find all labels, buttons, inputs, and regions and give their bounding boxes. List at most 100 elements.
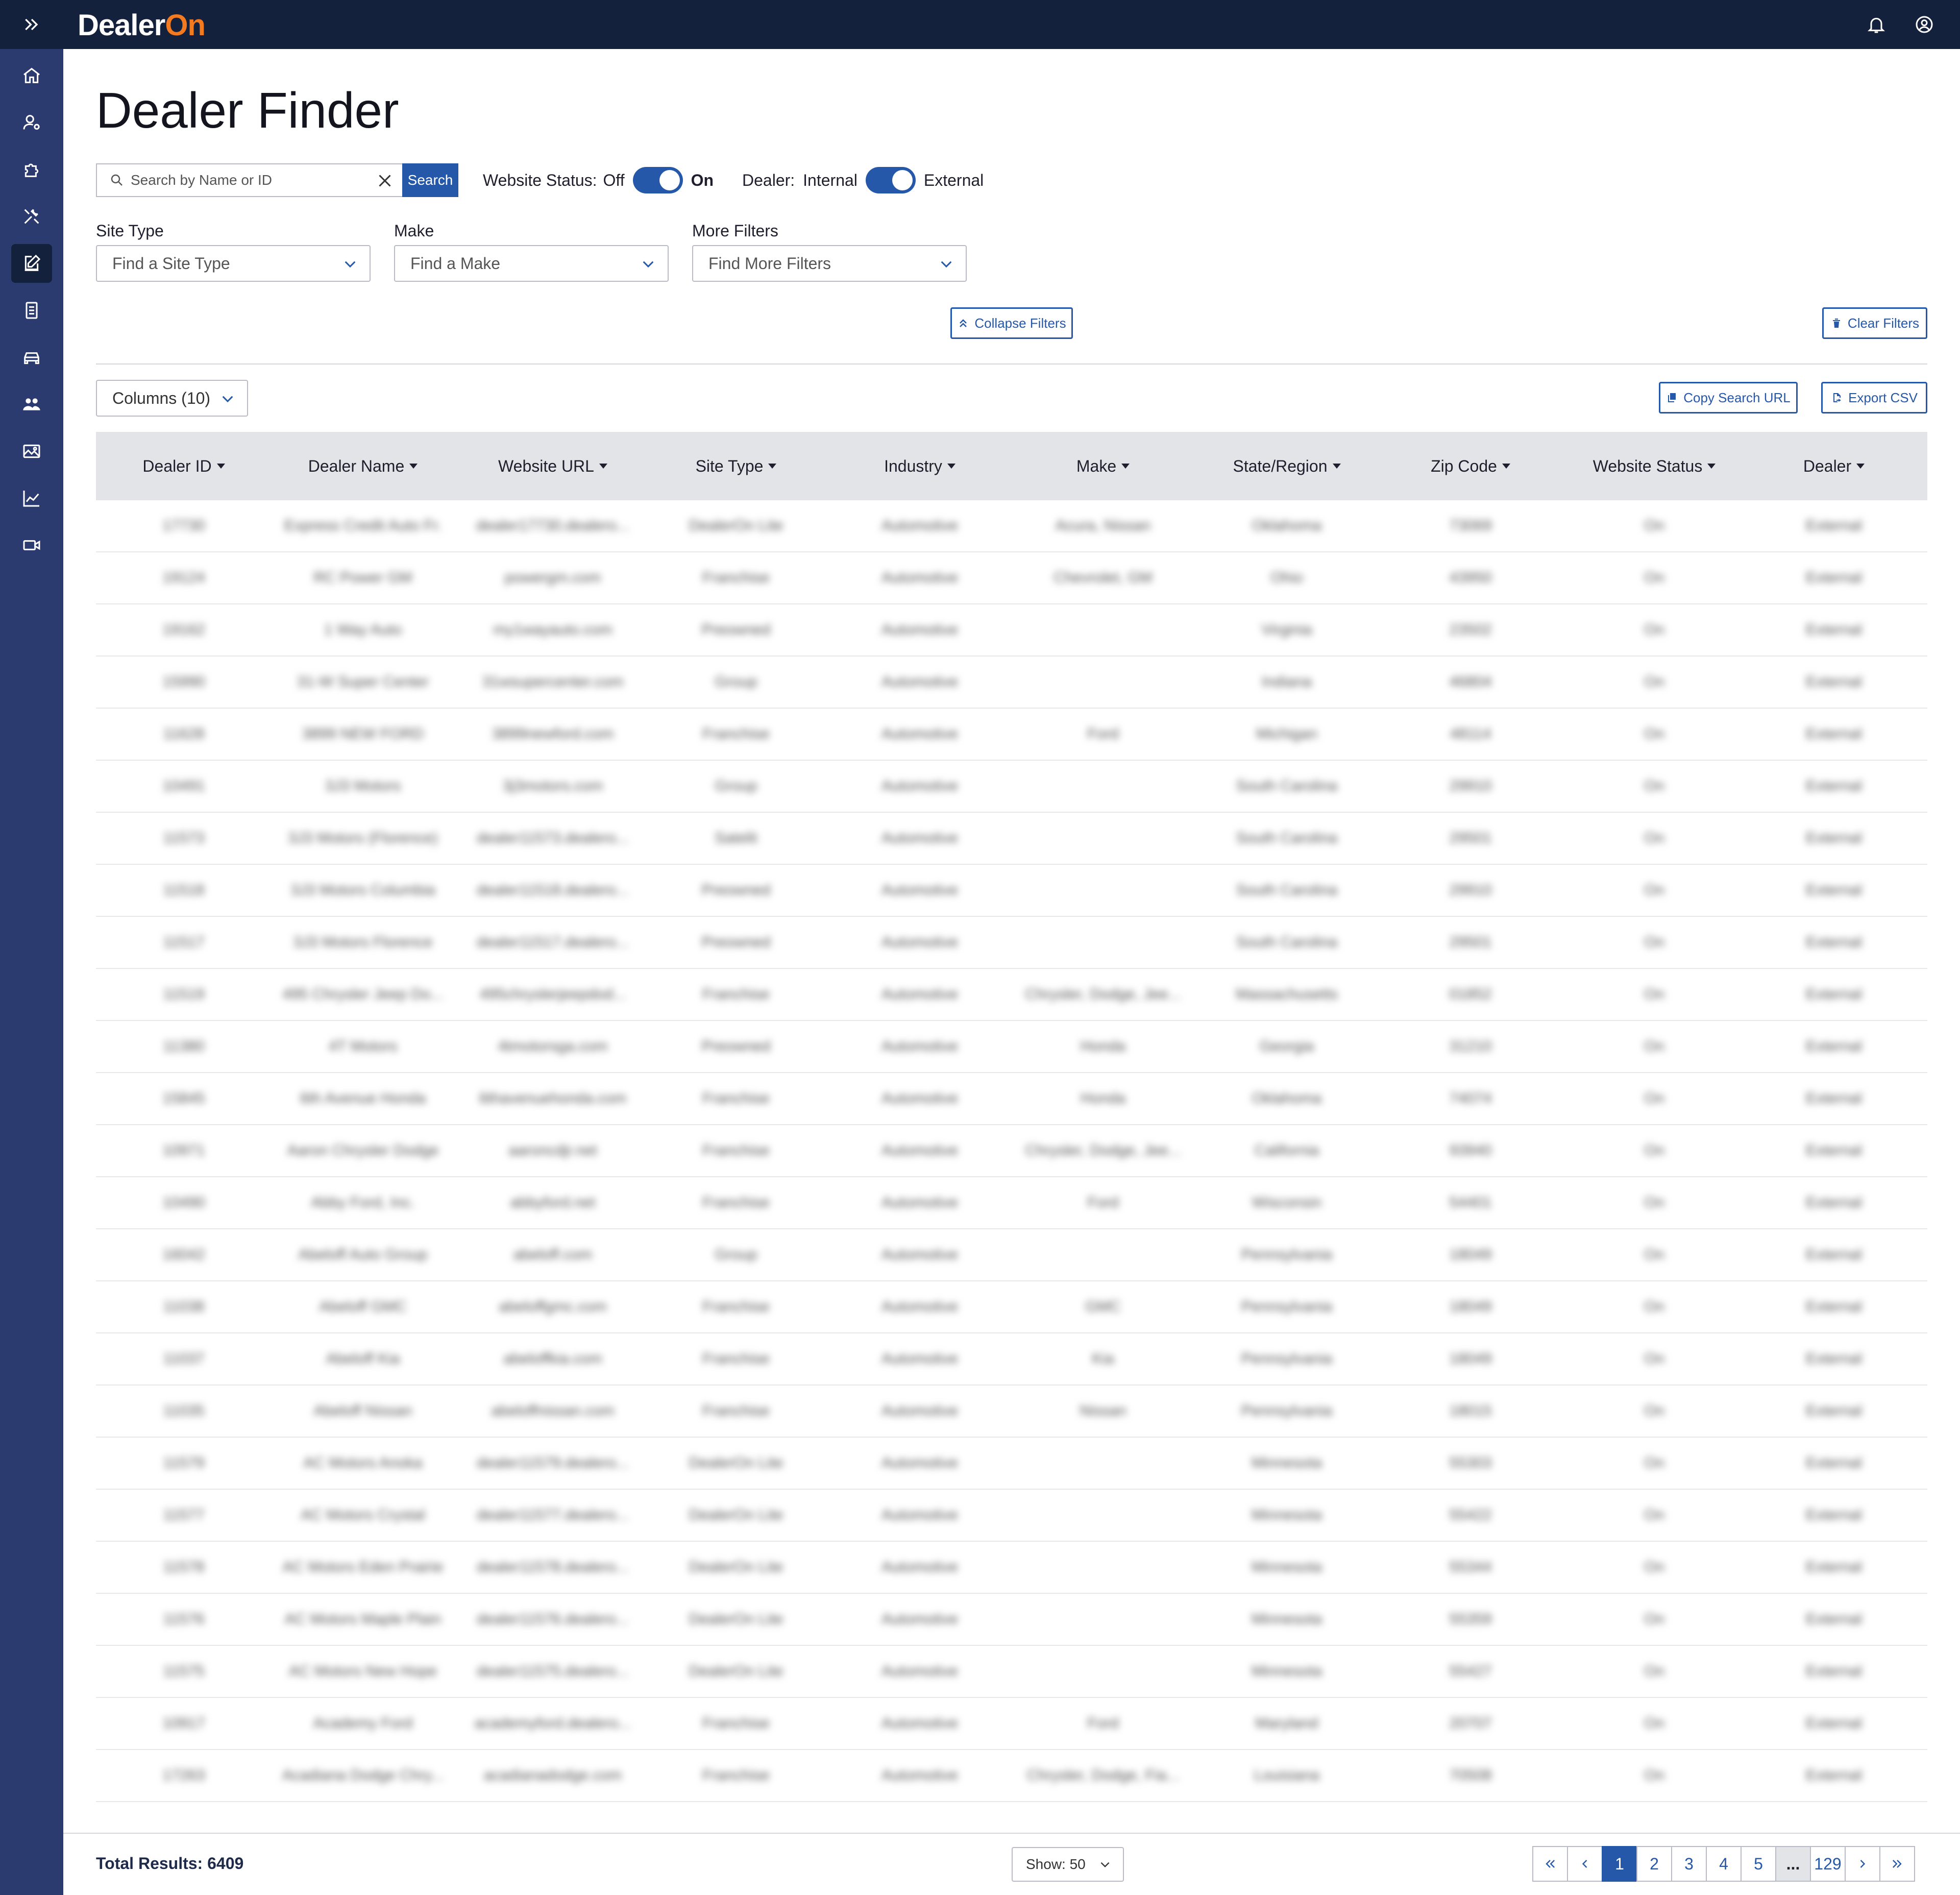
columns-button[interactable]: Columns (10) xyxy=(96,380,248,417)
sidebar-item-video[interactable] xyxy=(11,526,52,565)
table-row[interactable]: 11518 3J3 Motors Columbia dealer11518.deal… xyxy=(96,865,1927,917)
table-cell: academyford.dealero... xyxy=(474,1715,631,1732)
table-cell: 11519 xyxy=(163,986,205,1003)
table-cell: Franchise xyxy=(702,986,770,1003)
expand-sidebar-button[interactable] xyxy=(0,0,63,49)
copy-search-url-button[interactable]: Copy Search URL xyxy=(1659,382,1798,414)
table-row[interactable]: 11628 3899 NEW FORD 3899newford.com Franchi… xyxy=(96,709,1927,761)
page-button[interactable]: 3 xyxy=(1671,1846,1707,1882)
column-header[interactable]: Industry xyxy=(833,432,1007,500)
page-button[interactable]: 2 xyxy=(1636,1846,1672,1882)
page-button[interactable]: 5 xyxy=(1741,1846,1776,1882)
dealer-toggle[interactable] xyxy=(865,167,916,193)
table-row[interactable]: 17730 Express Credit Auto Fr. dealer17730.… xyxy=(96,500,1927,552)
dealeron-logo[interactable]: Dealer On xyxy=(78,7,206,43)
next-page-button[interactable] xyxy=(1845,1846,1880,1882)
export-csv-label: Export CSV xyxy=(1848,390,1918,405)
table-cell: Preowned xyxy=(701,621,771,638)
table-cell: External xyxy=(1805,1350,1863,1367)
table-cell: Automotive xyxy=(881,882,959,898)
table-row[interactable]: 11517 3J3 Motors Florence dealer11517.deal… xyxy=(96,917,1927,969)
site-type-select[interactable]: Find a Site Type xyxy=(96,245,371,282)
sidebar-item-reports[interactable] xyxy=(11,479,52,518)
website-status-toggle[interactable] xyxy=(632,167,683,193)
table-row[interactable]: 10971 Aaron Chrysler Dodge aaroncdjr.net Fr… xyxy=(96,1125,1927,1177)
search-button[interactable]: Search xyxy=(402,163,458,197)
make-select[interactable]: Find a Make xyxy=(394,245,669,282)
page-button[interactable]: 1 xyxy=(1602,1846,1637,1882)
page-button[interactable]: 4 xyxy=(1706,1846,1742,1882)
clear-search-icon[interactable] xyxy=(376,172,394,190)
previous-page-button[interactable] xyxy=(1567,1846,1603,1882)
column-header[interactable]: Zip Code xyxy=(1394,432,1547,500)
table-cell: On xyxy=(1644,621,1665,638)
column-header[interactable]: Dealer xyxy=(1757,432,1910,500)
column-header[interactable]: Website Status xyxy=(1567,432,1741,500)
column-header[interactable]: Dealer ID xyxy=(107,432,260,500)
table-row[interactable]: 11573 3J3 Motors (Florence) dealer11573.de… xyxy=(96,813,1927,865)
table-cell: 11575 xyxy=(163,1663,205,1680)
table-row[interactable]: 11576 AC Motors Maple Plain dealer11576.de… xyxy=(96,1594,1927,1646)
table-row[interactable]: 11575 AC Motors New Hope dealer11575.deale… xyxy=(96,1646,1927,1698)
notifications-button[interactable] xyxy=(1864,12,1889,37)
table-row[interactable]: 11519 495 Chrysler Jeep Do... 495chryslerj… xyxy=(96,969,1927,1021)
table-row[interactable]: 17263 Acadiana Dodge Chry... acadianadodge… xyxy=(96,1750,1927,1802)
sidebar-item-users[interactable] xyxy=(11,385,52,424)
sort-caret-icon xyxy=(768,464,777,469)
sidebar-item-user-settings[interactable] xyxy=(11,103,52,142)
table-cell: Automotive xyxy=(881,569,959,586)
sidebar-item-inventory[interactable] xyxy=(11,338,52,377)
table-cell: 11038 xyxy=(163,1298,205,1315)
page-button[interactable]: 129 xyxy=(1810,1846,1846,1882)
table-row[interactable]: 11579 AC Motors Anoka dealer11579.dealero.… xyxy=(96,1438,1927,1490)
table-cell: 11035 xyxy=(163,1402,205,1419)
table-cell: External xyxy=(1805,830,1863,846)
table-cell: acadianadodge.com xyxy=(483,1767,622,1784)
table-row[interactable]: 11380 4T Motors 4tmotorsga.com Preowned Auto… xyxy=(96,1021,1927,1073)
sidebar-item-integrations[interactable] xyxy=(11,150,52,189)
table-cell: 19124 xyxy=(162,569,205,586)
table-row[interactable]: 11038 Abeloff GMC abeloffgmc.com Franchise A… xyxy=(96,1281,1927,1333)
table-row[interactable]: 16042 Abeloff Auto Group abeloff.com Group A… xyxy=(96,1229,1927,1281)
column-header[interactable]: Make xyxy=(1006,432,1200,500)
table-row[interactable]: 15990 31-W Super Center 31wsupercenter.com… xyxy=(96,657,1927,709)
column-header[interactable]: State/Region xyxy=(1195,432,1379,500)
export-csv-button[interactable]: Export CSV xyxy=(1821,382,1927,414)
account-button[interactable] xyxy=(1912,12,1937,37)
table-row[interactable]: 11035 Abeloff Nissan abeloffnissan.com Fran… xyxy=(96,1386,1927,1438)
column-header[interactable]: Website URL xyxy=(461,432,645,500)
search-input[interactable] xyxy=(131,172,355,188)
sidebar-item-edit[interactable] xyxy=(11,244,52,283)
first-page-button[interactable] xyxy=(1532,1846,1568,1882)
sidebar-item-home[interactable] xyxy=(11,56,52,95)
table-row[interactable]: 10491 3J3 Motors 3j3motors.com Group Automot… xyxy=(96,761,1927,813)
table-row[interactable]: 11577 AC Motors Crystal dealer11577.dealer… xyxy=(96,1490,1927,1542)
table-row[interactable]: 11037 Abeloff Kia abeloffkia.com Franchise A… xyxy=(96,1333,1927,1386)
table-row[interactable]: 19124 RC Power GM powergm.com Franchise Auto… xyxy=(96,552,1927,604)
sidebar-item-documents[interactable] xyxy=(11,291,52,330)
column-header[interactable]: Site Type xyxy=(649,432,823,500)
table-row[interactable]: 15845 6th Avenue Honda 6thavenuehonda.com F… xyxy=(96,1073,1927,1125)
site-type-placeholder: Find a Site Type xyxy=(112,254,230,273)
table-cell: On xyxy=(1644,1246,1665,1263)
sidebar-item-media[interactable] xyxy=(11,432,52,471)
more-filters-select[interactable]: Find More Filters xyxy=(692,245,967,282)
table-cell: 15845 xyxy=(162,1090,205,1107)
sidebar-item-tools[interactable] xyxy=(11,197,52,236)
table-row[interactable]: 10490 Abby Ford, Inc. abbyford.net Franchis… xyxy=(96,1177,1927,1229)
table-row[interactable]: 11578 AC Motors Eden Prairie dealer11578.d… xyxy=(96,1542,1927,1594)
table-row[interactable]: 10917 Academy Ford academyford.dealero... F… xyxy=(96,1698,1927,1750)
clear-filters-button[interactable]: Clear Filters xyxy=(1822,307,1927,339)
table-cell: On xyxy=(1644,830,1665,846)
table-cell: DealerOn Lite xyxy=(689,1611,783,1627)
table-cell: 48114 xyxy=(1450,725,1491,742)
page-size-select[interactable]: Show: 50 xyxy=(1012,1847,1124,1882)
column-header[interactable]: Dealer Name xyxy=(271,432,455,500)
video-icon xyxy=(23,540,40,550)
collapse-filters-button[interactable]: Collapse Filters xyxy=(950,307,1073,339)
sidebar xyxy=(0,0,63,1895)
last-page-button[interactable] xyxy=(1879,1846,1915,1882)
sort-caret-icon xyxy=(599,464,607,469)
table-cell: Automotive xyxy=(881,1402,959,1419)
table-row[interactable]: 19162 1 Way Auto my1wayauto.com Preowned Aut… xyxy=(96,604,1927,657)
